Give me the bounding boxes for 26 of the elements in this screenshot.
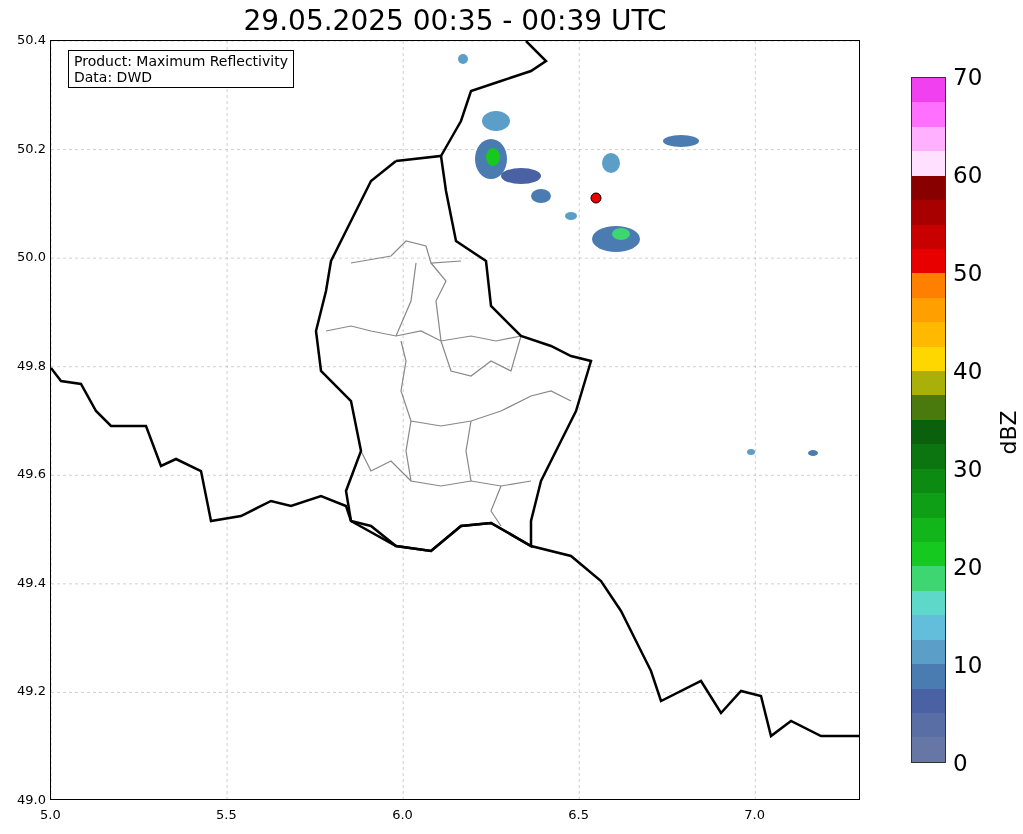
y-tick-label: 49.6: [17, 466, 46, 482]
y-tick-label: 49.0: [17, 792, 46, 807]
colorbar-unit: dBZ: [995, 410, 1021, 455]
colorbar-label: 70: [953, 64, 983, 90]
y-tick-label: 50.0: [17, 249, 46, 265]
x-tick-label: 6.5: [568, 807, 589, 822]
colorbar-label: 40: [953, 358, 983, 384]
location-marker: [590, 192, 602, 204]
x-tick-label: 6.0: [392, 807, 413, 822]
colorbar-label: 30: [953, 456, 983, 482]
y-tick-label: 49.4: [17, 574, 46, 590]
colorbar-label: 10: [953, 652, 983, 678]
y-tick-label: 49.8: [17, 357, 46, 373]
x-tick-label: 5.0: [40, 807, 61, 822]
legend-text: Product: Maximum Reflectivity: [74, 53, 288, 69]
colorbar-label: 60: [953, 162, 983, 188]
y-tick-label: 49.2: [17, 683, 46, 699]
x-tick-label: 5.5: [216, 807, 237, 822]
colorbar-label: 0: [953, 750, 968, 776]
x-tick-label: 7.0: [744, 807, 766, 822]
chart-title: 29.05.2025 00:35 - 00:39 UTC: [243, 3, 667, 37]
legend-text: Data: DWD: [74, 69, 153, 85]
y-tick-label: 50.2: [17, 140, 46, 156]
colorbar-label: 50: [953, 260, 983, 286]
colorbar-label: 20: [953, 554, 983, 580]
y-tick-label: 50.4: [17, 32, 46, 47]
